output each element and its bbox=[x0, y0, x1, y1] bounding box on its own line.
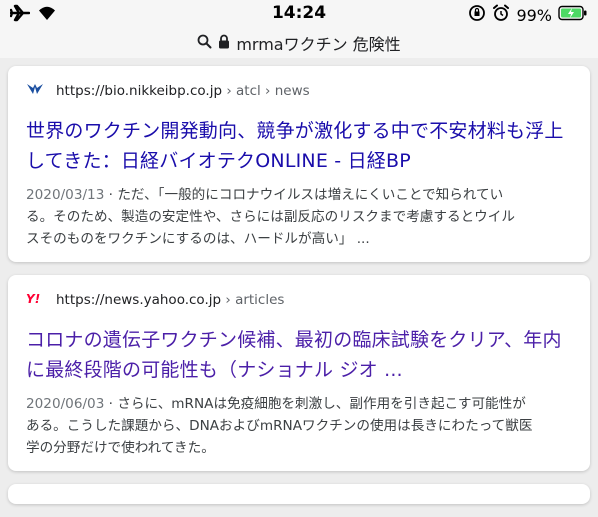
result-site-url: https://news.yahoo.co.jp bbox=[56, 292, 222, 308]
result-card[interactable]: https://bio.nikkeibp.co.jp › atcl › news… bbox=[8, 66, 590, 262]
result-site-url: https://bio.nikkeibp.co.jp bbox=[56, 83, 223, 99]
result-snippet: 2020/06/03 · さらに、mRNAは免疫細胞を刺激し、副作用を引き起こす… bbox=[26, 393, 572, 459]
result-source[interactable]: Y! https://news.yahoo.co.jp › articles bbox=[26, 289, 572, 311]
status-bar: 14:24 99% bbox=[0, 0, 598, 28]
result-title-line[interactable]: 世界のワクチン開発動向、競争が激化する中で不安材料も浮上 bbox=[26, 116, 572, 146]
result-card-partial[interactable] bbox=[8, 484, 590, 504]
snippet-text: スそのものをワクチンにするのは、ハードルが高い」 ... bbox=[26, 231, 370, 247]
snippet-text: 学の分野だけで使われてきた。 bbox=[26, 440, 215, 456]
nikkei-favicon-icon bbox=[26, 82, 44, 100]
snippet-text: ある。こうした課題から、DNAおよびmRNAワクチンの使用は長きにわたって獣医 bbox=[26, 418, 533, 434]
snippet-text: · さらに、mRNAは免疫細胞を刺激し、副作用を引き起こす可能性が bbox=[104, 396, 526, 412]
address-query[interactable]: mrmaワクチン 危険性 bbox=[236, 31, 400, 55]
result-title-line[interactable]: コロナの遺伝子ワクチン候補、最初の臨床試験をクリア、年内 bbox=[26, 325, 572, 355]
alarm-icon bbox=[492, 4, 510, 26]
result-title-line[interactable]: に最終段階の可能性も（ナショナル ジオ ... bbox=[26, 355, 572, 385]
result-date: 2020/03/13 bbox=[26, 187, 105, 203]
lock-icon bbox=[218, 34, 230, 53]
svg-text:Y!: Y! bbox=[26, 292, 40, 305]
status-right-icons: 99% bbox=[468, 4, 588, 26]
yahoo-favicon-icon: Y! bbox=[26, 291, 44, 309]
battery-charging-icon bbox=[558, 5, 588, 25]
result-breadcrumb: › atcl › news bbox=[226, 83, 310, 99]
result-breadcrumb: › articles bbox=[225, 292, 285, 308]
result-title-link[interactable]: コロナの遺伝子ワクチン候補、最初の臨床試験をクリア、年内 に最終段階の可能性も（… bbox=[26, 325, 572, 385]
battery-percent: 99% bbox=[516, 5, 552, 25]
search-icon bbox=[197, 34, 212, 53]
snippet-text: る。そのため、製造の安定性や、さらには副反応のリスクまで考慮するとウイル bbox=[26, 209, 515, 225]
result-title-line[interactable]: してきた：日経バイオテクONLINE - 日経BP bbox=[26, 146, 572, 176]
snippet-text: · ただ、「一般的にコロナウイルスは増えにくいことで知られてい bbox=[104, 187, 504, 203]
search-results: https://bio.nikkeibp.co.jp › atcl › news… bbox=[8, 66, 590, 517]
rotation-lock-icon bbox=[468, 4, 486, 26]
result-snippet: 2020/03/13 · ただ、「一般的にコロナウイルスは増えにくいことで知られ… bbox=[26, 184, 572, 250]
result-date: 2020/06/03 bbox=[26, 396, 105, 412]
address-bar[interactable]: mrmaワクチン 危険性 bbox=[0, 28, 598, 58]
result-source[interactable]: https://bio.nikkeibp.co.jp › atcl › news bbox=[26, 80, 572, 102]
result-card[interactable]: Y! https://news.yahoo.co.jp › articles コ… bbox=[8, 275, 590, 471]
result-title-link[interactable]: 世界のワクチン開発動向、競争が激化する中で不安材料も浮上 してきた：日経バイオテ… bbox=[26, 116, 572, 176]
